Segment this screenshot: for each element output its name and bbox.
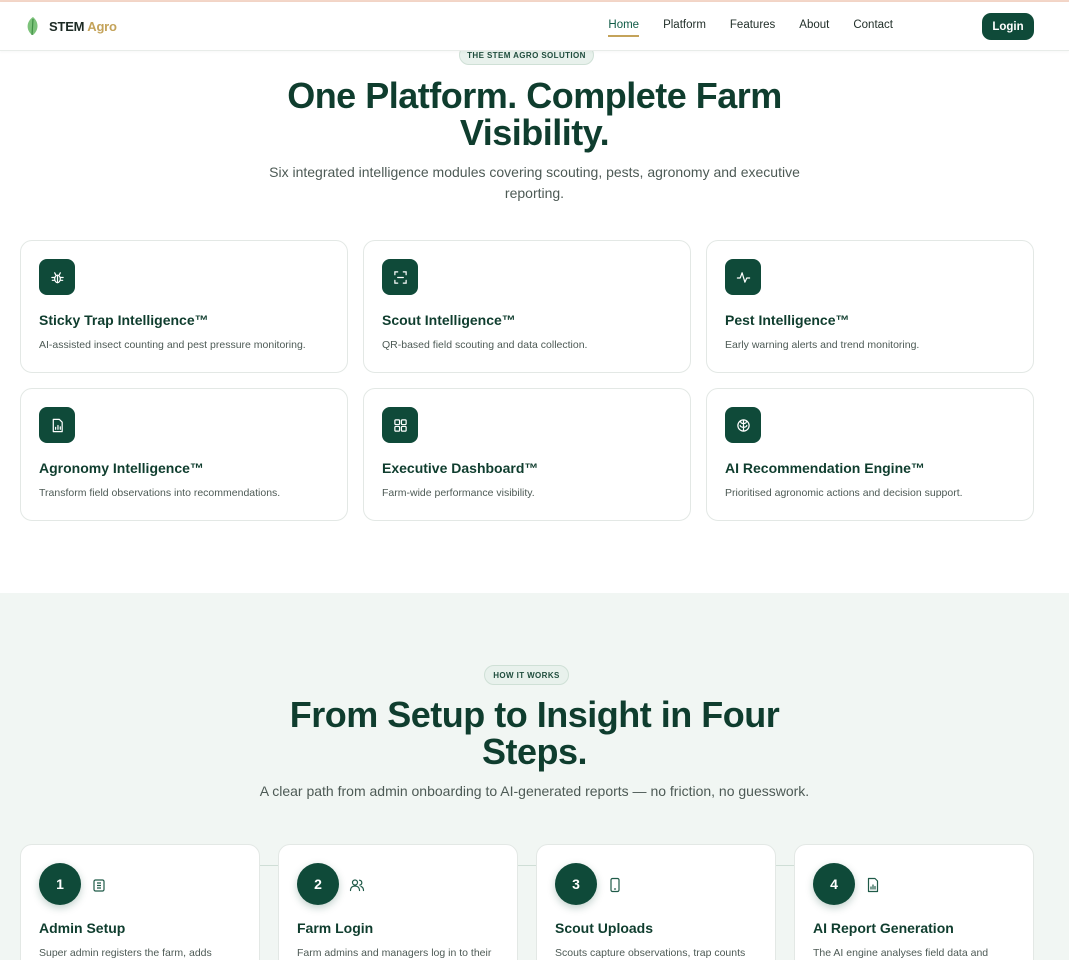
module-card[interactable]: Executive Dashboard™ Farm-wide performan… [363, 388, 691, 521]
solution-title: One Platform. Complete Farm Visibility. [287, 75, 782, 153]
leaf-icon [27, 17, 38, 36]
bug-icon [39, 259, 75, 295]
navbar: STEM Agro Home Platform Features About C… [0, 2, 1069, 51]
brain-icon [725, 407, 761, 443]
step-desc: Farm admins and managers log in to their [297, 947, 492, 959]
how-pill: HOW IT WORKS [484, 665, 569, 685]
report-icon [39, 407, 75, 443]
login-button[interactable]: Login [982, 13, 1034, 40]
nav-contact[interactable]: Contact [853, 19, 893, 37]
module-card[interactable]: Agronomy Intelligence™ Transform field o… [20, 388, 348, 521]
module-title: AI Recommendation Engine™ [725, 460, 925, 476]
module-desc: Prioritised agronomic actions and decisi… [725, 487, 963, 499]
module-desc: QR-based field scouting and data collect… [382, 339, 588, 351]
module-card[interactable]: Scout Intelligence™ QR-based field scout… [363, 240, 691, 373]
module-title: Sticky Trap Intelligence™ [39, 312, 209, 328]
nav-platform[interactable]: Platform [663, 19, 706, 37]
module-desc: AI-assisted insect counting and pest pre… [39, 339, 306, 351]
module-title: Agronomy Intelligence™ [39, 460, 204, 476]
step-card[interactable]: 2 Farm Login Farm admins and managers lo… [278, 844, 518, 960]
nav-features[interactable]: Features [730, 19, 775, 37]
nav-links: Home Platform Features About Contact [608, 19, 893, 37]
step-number: 3 [555, 863, 597, 905]
step-card[interactable]: 1 Admin Setup Super admin registers the … [20, 844, 260, 960]
step-card[interactable]: 3 Scout Uploads Scouts capture observati… [536, 844, 776, 960]
step-number: 2 [297, 863, 339, 905]
step-desc: Super admin registers the farm, adds [39, 947, 212, 959]
step-number: 4 [813, 863, 855, 905]
brand-logo[interactable]: STEM Agro [25, 16, 117, 36]
module-card[interactable]: AI Recommendation Engine™ Prioritised ag… [706, 388, 1034, 521]
module-card[interactable]: Pest Intelligence™ Early warning alerts … [706, 240, 1034, 373]
module-desc: Early warning alerts and trend monitorin… [725, 339, 920, 351]
solution-subtitle: Six integrated intelligence modules cove… [269, 164, 800, 201]
users-icon [349, 879, 365, 892]
module-desc: Farm-wide performance visibility. [382, 487, 535, 499]
step-title: AI Report Generation [813, 920, 954, 936]
brand-name: STEM Agro [49, 18, 117, 34]
module-title: Pest Intelligence™ [725, 312, 850, 328]
nav-about[interactable]: About [799, 19, 829, 37]
module-title: Scout Intelligence™ [382, 312, 516, 328]
file-chart-icon [867, 877, 879, 893]
step-title: Admin Setup [39, 920, 126, 936]
step-desc: The AI engine analyses field data and [813, 947, 989, 959]
building-icon [93, 879, 105, 892]
step-title: Scout Uploads [555, 920, 654, 936]
module-card[interactable]: Sticky Trap Intelligence™ AI-assisted in… [20, 240, 348, 373]
step-number: 1 [39, 863, 81, 905]
module-title: Executive Dashboard™ [382, 460, 539, 476]
step-card[interactable]: 4 AI Report Generation The AI engine ana… [794, 844, 1034, 960]
step-title: Farm Login [297, 920, 374, 936]
module-desc: Transform field observations into recomm… [39, 487, 281, 499]
activity-icon [725, 259, 761, 295]
step-desc: Scouts capture observations, trap counts [555, 947, 746, 959]
how-title: From Setup to Insight in Four Steps. [289, 694, 780, 772]
phone-icon [610, 877, 620, 893]
dashboard-icon [382, 407, 418, 443]
nav-home[interactable]: Home [608, 19, 640, 37]
scan-icon [382, 259, 418, 295]
how-subtitle: A clear path from admin onboarding to AI… [259, 783, 810, 799]
